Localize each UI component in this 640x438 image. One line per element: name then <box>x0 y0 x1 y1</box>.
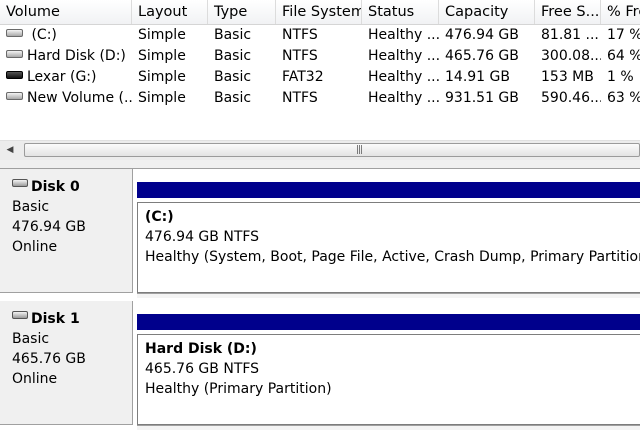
disk-state: Online <box>12 371 58 387</box>
volume-cell: New Volume (... <box>0 88 132 109</box>
free-space-cell: 81.81 ... <box>541 27 599 43</box>
partition-size-fs: 465.76 GB NTFS <box>145 361 260 377</box>
column-header-volume[interactable]: Volume <box>0 0 132 24</box>
status-cell: Healthy ... <box>368 90 439 106</box>
drive-icon <box>6 29 23 37</box>
capacity-cell: 14.91 GB <box>445 69 510 85</box>
volume-cell: (C:) <box>0 25 132 46</box>
column-header-free-space[interactable]: Free S... <box>535 0 601 24</box>
horizontal-scrollbar[interactable]: ◀ ||| <box>0 140 640 161</box>
disk-size: 465.76 GB <box>12 351 86 367</box>
disk-info-panel[interactable]: Disk 1 Basic 465.76 GB Online <box>0 301 133 425</box>
capacity-cell: 465.76 GB <box>445 48 519 64</box>
free-space-cell: 153 MB <box>541 69 594 85</box>
disk-0: Disk 0 Basic 476.94 GB Online (C:) 476.9… <box>0 169 640 298</box>
volume-name: Lexar (G:) <box>27 69 97 85</box>
percent-free-cell: 64 % <box>607 48 640 64</box>
column-header-status[interactable]: Status <box>362 0 439 24</box>
partition-name: Hard Disk (D:) <box>145 341 257 357</box>
disk-icon <box>12 311 28 319</box>
layout-cell: Simple <box>138 90 186 106</box>
file-system-cell: NTFS <box>282 90 318 106</box>
status-cell: Healthy ... <box>368 27 439 43</box>
volume-row[interactable]: Lexar (G:) Simple Basic FAT32 Healthy ..… <box>0 67 640 88</box>
volume-name: Hard Disk (D:) <box>27 48 126 64</box>
layout-cell: Simple <box>138 69 186 85</box>
usb-drive-icon <box>6 71 23 79</box>
disk-map: Disk 0 Basic 476.94 GB Online (C:) 476.9… <box>0 169 640 438</box>
pane-splitter[interactable] <box>0 160 640 169</box>
percent-free-cell: 17 % <box>607 27 640 43</box>
column-header-file-system[interactable]: File System <box>276 0 362 24</box>
disk-title-row: Disk 1 <box>12 309 132 329</box>
volume-row[interactable]: (C:) Simple Basic NTFS Healthy ... 476.9… <box>0 25 640 46</box>
drive-icon <box>6 92 23 100</box>
volume-cell: Hard Disk (D:) <box>0 46 132 67</box>
layout-cell: Simple <box>138 27 186 43</box>
type-cell: Basic <box>214 90 252 106</box>
scroll-left-arrow-icon[interactable]: ◀ <box>4 141 16 160</box>
percent-free-cell: 1 % <box>607 69 634 85</box>
type-cell: Basic <box>214 27 252 43</box>
partition-name: (C:) <box>145 209 174 225</box>
partition-d[interactable]: Hard Disk (D:) 465.76 GB NTFS Healthy (P… <box>137 334 640 425</box>
disk-title: Disk 1 <box>31 311 80 327</box>
disk-separator <box>137 425 640 430</box>
disk-type: Basic <box>12 199 50 215</box>
volume-row[interactable]: Hard Disk (D:) Simple Basic NTFS Healthy… <box>0 46 640 67</box>
disk-icon <box>12 179 28 187</box>
partition-size-fs: 476.94 GB NTFS <box>145 229 260 245</box>
drive-icon <box>6 50 23 58</box>
partition-status: Healthy (Primary Partition) <box>145 381 332 397</box>
status-cell: Healthy ... <box>368 69 439 85</box>
column-header-type[interactable]: Type <box>208 0 276 24</box>
volume-list-header: Volume Layout Type File System Status Ca… <box>0 0 640 25</box>
type-cell: Basic <box>214 48 252 64</box>
disk-separator <box>137 293 640 298</box>
status-cell: Healthy ... <box>368 48 439 64</box>
capacity-cell: 931.51 GB <box>445 90 519 106</box>
volume-cell: Lexar (G:) <box>0 67 132 88</box>
column-header-capacity[interactable]: Capacity <box>439 0 535 24</box>
disk-type: Basic <box>12 331 50 347</box>
scrollbar-thumb[interactable]: ||| <box>24 143 640 157</box>
scrollbar-grip-icon: ||| <box>356 145 363 155</box>
disk-1: Disk 1 Basic 465.76 GB Online Hard Disk … <box>0 301 640 430</box>
partition-c[interactable]: (C:) 476.94 GB NTFS Healthy (System, Boo… <box>137 202 640 293</box>
file-system-cell: NTFS <box>282 27 318 43</box>
percent-free-cell: 63 % <box>607 90 640 106</box>
volume-row[interactable]: New Volume (... Simple Basic NTFS Health… <box>0 88 640 109</box>
free-space-cell: 300.08... <box>541 48 601 64</box>
free-space-cell: 590.46... <box>541 90 601 106</box>
disk-title-row: Disk 0 <box>12 177 132 197</box>
partition-header-bar <box>137 314 640 330</box>
file-system-cell: NTFS <box>282 48 318 64</box>
volume-name: New Volume (... <box>27 90 132 106</box>
partition-header-bar <box>137 182 640 198</box>
file-system-cell: FAT32 <box>282 69 324 85</box>
type-cell: Basic <box>214 69 252 85</box>
column-header-layout[interactable]: Layout <box>132 0 208 24</box>
capacity-cell: 476.94 GB <box>445 27 519 43</box>
partition-status: Healthy (System, Boot, Page File, Active… <box>145 249 640 265</box>
disk-info-panel[interactable]: Disk 0 Basic 476.94 GB Online <box>0 169 133 293</box>
disk-state: Online <box>12 239 58 255</box>
disk-title: Disk 0 <box>31 179 80 195</box>
layout-cell: Simple <box>138 48 186 64</box>
column-header-percent-free[interactable]: % Fre <box>601 0 640 24</box>
volume-name: (C:) <box>27 27 57 43</box>
disk-size: 476.94 GB <box>12 219 86 235</box>
volume-list: Volume Layout Type File System Status Ca… <box>0 0 640 140</box>
